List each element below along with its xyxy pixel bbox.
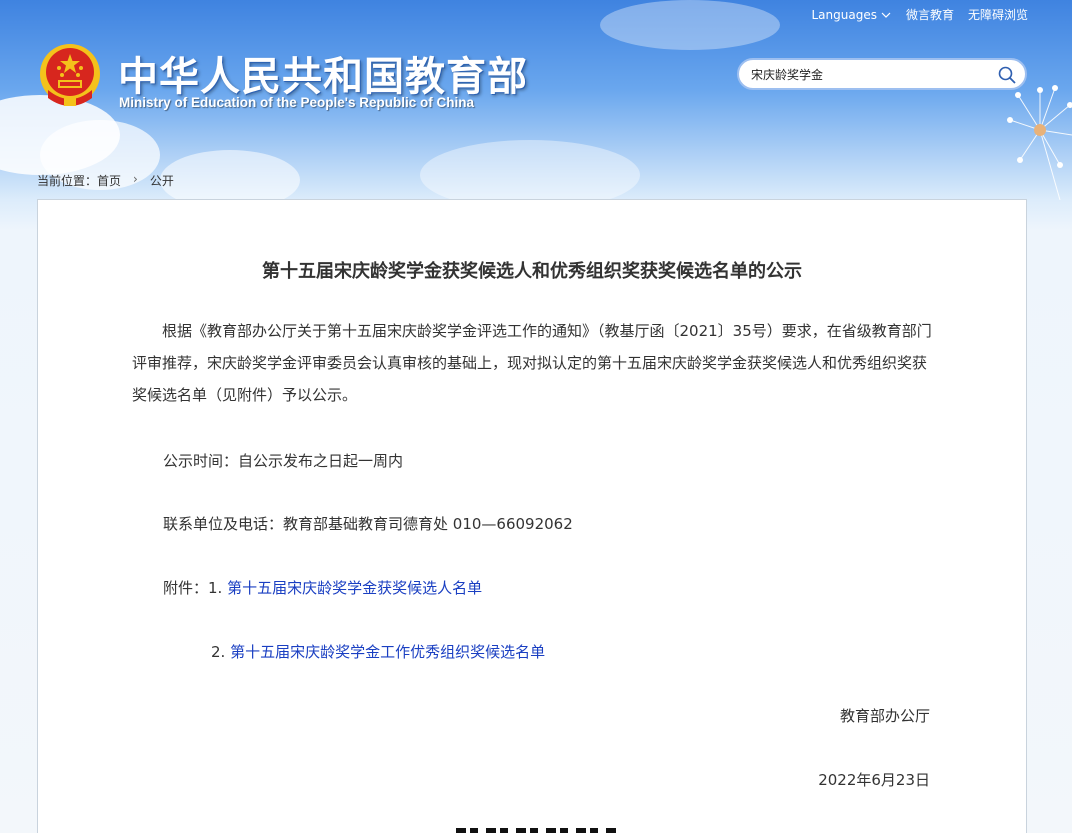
attachments-label: 附件： — [163, 579, 209, 597]
weiyan-link[interactable]: 微言教育 — [906, 6, 954, 23]
breadcrumb-home[interactable]: 首页 — [97, 172, 121, 189]
accessibility-link[interactable]: 无障碍浏览 — [968, 6, 1028, 23]
national-emblem-icon[interactable] — [38, 42, 102, 110]
site-title[interactable]: 中华人民共和国教育部 — [118, 44, 528, 102]
breadcrumb: 当前位置： 首页 › 公开 — [37, 172, 174, 189]
contact-info: 联系单位及电话：教育部基础教育司德育处 010—66092062 — [163, 515, 573, 533]
attachment-link-1[interactable]: 第十五届宋庆龄奖学金获奖候选人名单 — [227, 579, 482, 597]
breadcrumb-prefix: 当前位置： — [37, 174, 98, 188]
attachment-link-2[interactable]: 第十五届宋庆龄奖学金工作优秀组织奖候选名单 — [230, 643, 545, 661]
top-nav: Languages 微言教育 无障碍浏览 — [811, 6, 1028, 23]
site-subtitle: Ministry of Education of the People's Re… — [119, 95, 474, 110]
search-icon[interactable] — [997, 65, 1017, 85]
languages-menu[interactable]: Languages — [811, 8, 891, 22]
site-header: 中华人民共和国教育部 Ministry of Education of the … — [0, 0, 1072, 200]
attachment-number: 1. — [208, 579, 223, 597]
publish-date: 2022年6月23日 — [818, 771, 930, 789]
chevron-right-icon: › — [133, 172, 138, 186]
attachment-item: 2. 第十五届宋庆龄奖学金工作优秀组织奖候选名单 — [211, 641, 545, 662]
attachment-item: 附件：1. 第十五届宋庆龄奖学金获奖候选人名单 — [163, 577, 482, 598]
search-input[interactable] — [751, 67, 991, 81]
issuer: 教育部办公厅 — [839, 707, 930, 725]
publicity-period: 公示时间：自公示发布之日起一周内 — [163, 452, 404, 470]
chevron-down-icon — [881, 12, 891, 18]
languages-label: Languages — [811, 7, 877, 22]
attachment-number: 2. — [211, 643, 226, 661]
breadcrumb-current[interactable]: 公开 — [150, 172, 174, 189]
article-title: 第十五届宋庆龄奖学金获奖候选人和优秀组织奖获奖候选名单的公示 — [262, 261, 802, 282]
article-intro: 根据《教育部办公厅关于第十五届宋庆龄奖学金评选工作的通知》（教基厅函〔2021〕… — [132, 322, 932, 404]
qr-code-partial-image — [456, 828, 616, 833]
article-panel: 第十五届宋庆龄奖学金获奖候选人和优秀组织奖获奖候选名单的公示 根据《教育部办公厅… — [37, 199, 1027, 833]
search-box — [737, 58, 1027, 90]
